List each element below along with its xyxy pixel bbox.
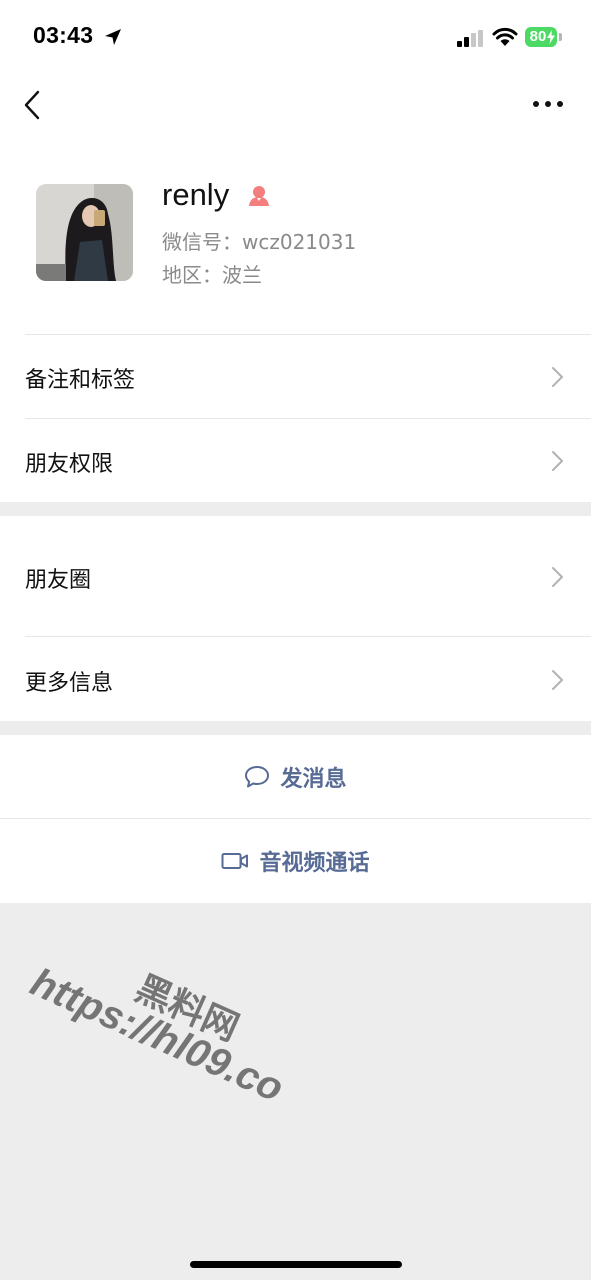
row-friend-permissions[interactable]: 朋友权限: [0, 419, 591, 502]
chevron-right-icon: [552, 670, 563, 690]
chat-bubble-icon: [245, 765, 270, 787]
home-indicator[interactable]: [190, 1261, 402, 1268]
more-dots-icon[interactable]: [531, 99, 565, 109]
wechat-id: 微信号：wcz021031: [162, 230, 357, 254]
chevron-right-icon: [552, 367, 563, 387]
send-message-button[interactable]: 发消息: [0, 735, 591, 818]
row-label: 朋友圈: [25, 568, 92, 593]
audio-video-call-label: 音视频通话: [259, 851, 370, 876]
row-label: 朋友权限: [25, 452, 114, 477]
row-label: 备注和标签: [25, 368, 136, 393]
send-message-label: 发消息: [280, 766, 347, 792]
row-moments[interactable]: 朋友圈: [0, 516, 591, 636]
charging-bolt-icon: [547, 30, 555, 44]
chevron-left-icon[interactable]: [22, 90, 42, 120]
chevron-right-icon: [552, 451, 563, 471]
row-remarks-tags[interactable]: 备注和标签: [0, 335, 591, 418]
battery-indicator: 80: [525, 27, 557, 47]
nickname: renly: [162, 177, 230, 212]
row-more-info[interactable]: 更多信息: [0, 637, 591, 721]
wifi-icon: [492, 27, 518, 46]
avatar[interactable]: [36, 184, 133, 281]
status-time: 03:43: [33, 22, 94, 48]
cellular-signal-icon: [457, 30, 483, 47]
status-bar: 03:43 80: [0, 0, 591, 76]
chevron-right-icon: [552, 567, 563, 587]
audio-video-call-button[interactable]: 音视频通话: [0, 819, 591, 903]
gender-female-icon: [249, 186, 269, 206]
video-camera-icon: [221, 853, 249, 869]
region: 地区：波兰: [162, 263, 262, 287]
row-label: 更多信息: [25, 671, 114, 696]
location-arrow-icon: [105, 29, 121, 45]
battery-cap: [559, 33, 562, 41]
